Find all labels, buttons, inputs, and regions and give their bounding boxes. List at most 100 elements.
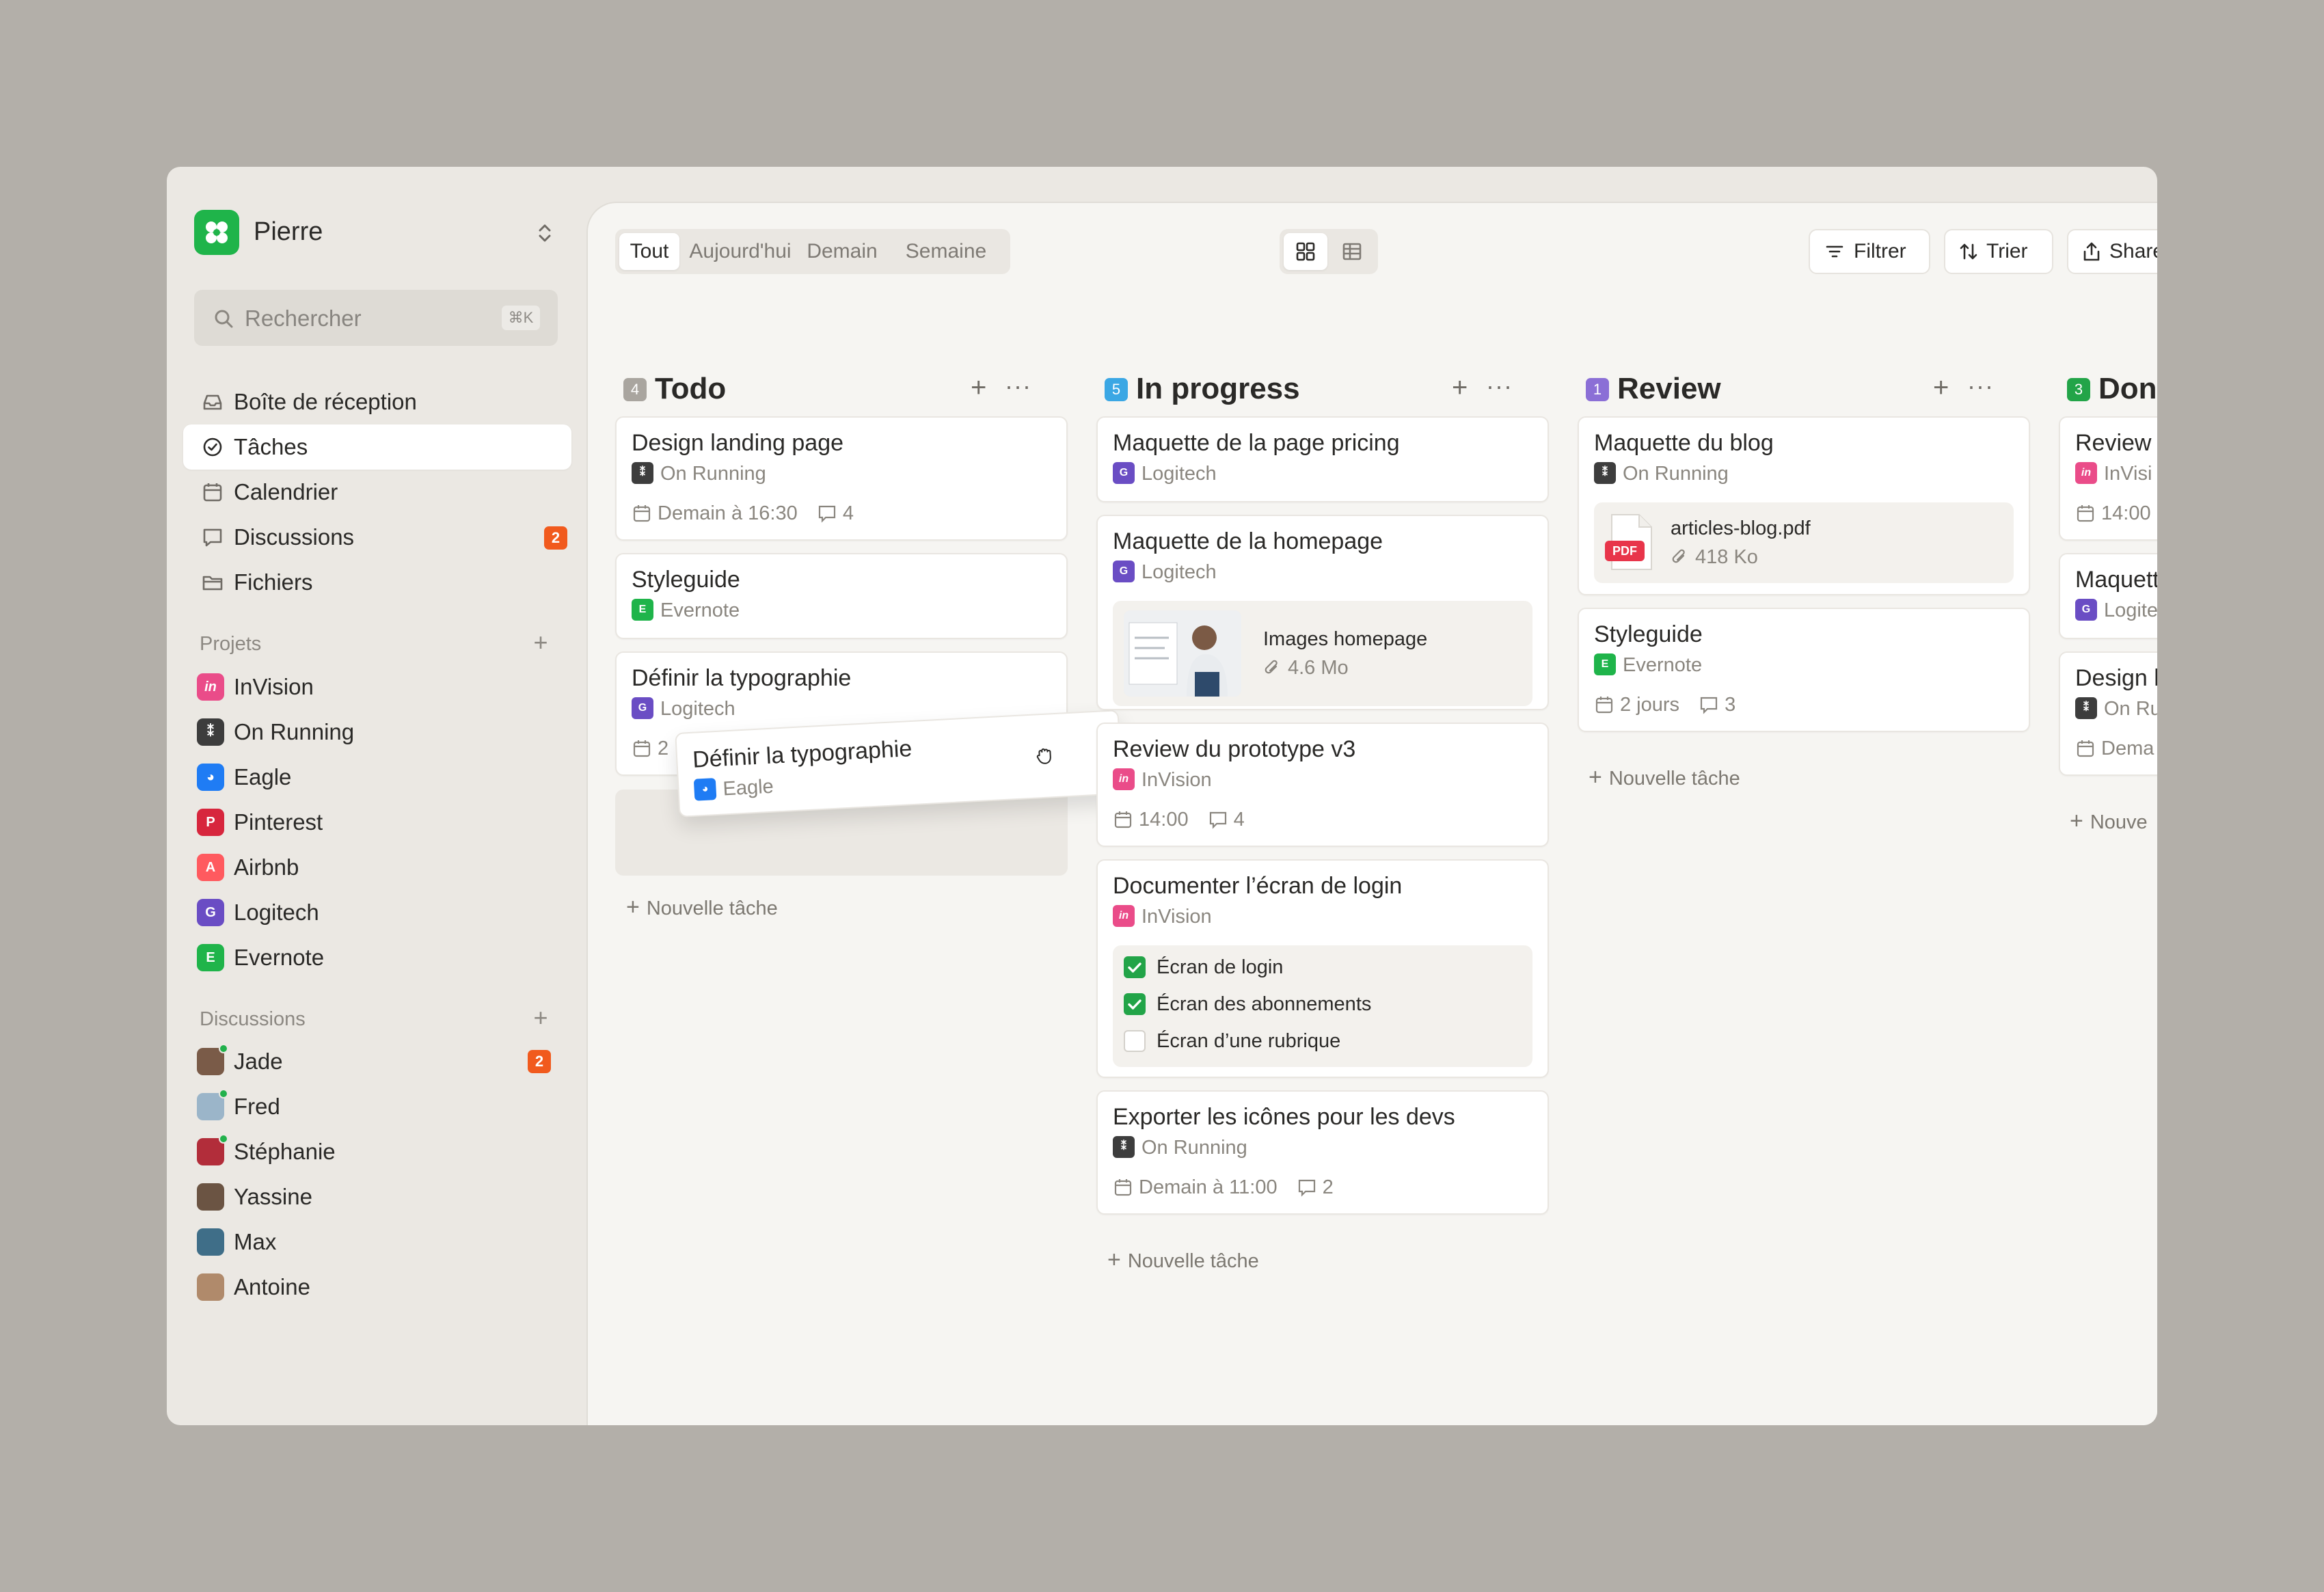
- tab-tomorrow[interactable]: Demain: [801, 233, 883, 270]
- project-item-airbnb[interactable]: Airbnb: [234, 854, 299, 881]
- checklist-item-label: Écran des abonnements: [1157, 993, 1372, 1015]
- task-project: in InVision: [1113, 904, 1212, 929]
- project-item-pinterest[interactable]: Pinterest: [234, 809, 323, 836]
- discussion-item-yassine[interactable]: Yassine: [234, 1183, 312, 1211]
- project-item-logitech[interactable]: Logitech: [234, 899, 319, 926]
- search-input[interactable]: Rechercher ⌘K: [194, 290, 558, 346]
- comment-icon: [1209, 811, 1226, 829]
- inbox-icon: [201, 390, 224, 414]
- table-view-button[interactable]: [1330, 233, 1374, 270]
- nav-item-inbox[interactable]: Boîte de réception: [183, 379, 571, 424]
- task-project: G Logite: [2075, 598, 2157, 623]
- workspace-switcher-icon[interactable]: [536, 221, 554, 245]
- tab-week[interactable]: Semaine: [887, 233, 1005, 270]
- evernote-icon: E: [1594, 653, 1616, 675]
- online-indicator: [219, 1044, 228, 1053]
- add-task-button[interactable]: +: [1452, 374, 1468, 401]
- nav-item-files[interactable]: Fichiers: [183, 560, 571, 605]
- new-task-button[interactable]: + Nouve: [2070, 809, 2148, 835]
- task-card[interactable]: Maquette du blog ⁑ On Running PDF article…: [1578, 416, 2030, 595]
- discussion-item-fred[interactable]: Fred: [234, 1093, 280, 1120]
- on-running-icon: ⁑: [1113, 1136, 1135, 1158]
- date-filter-tabs: Tout Aujourd'hui Demain Semaine: [615, 229, 1010, 274]
- board-view-button[interactable]: [1284, 233, 1327, 270]
- invision-icon: in: [197, 673, 224, 701]
- task-project: G Logitech: [1113, 461, 1217, 486]
- grab-cursor-icon: [1036, 748, 1051, 764]
- nav-item-tasks[interactable]: Tâches: [183, 424, 571, 470]
- task-title: Maquette de la homepage: [1113, 528, 1383, 554]
- share-button[interactable]: Share: [2067, 229, 2157, 274]
- discussion-item-stephanie[interactable]: Stéphanie: [234, 1138, 336, 1165]
- task-card[interactable]: Maquette de la page pricing G Logitech: [1096, 416, 1549, 502]
- project-item-invision[interactable]: InVision: [234, 673, 314, 701]
- task-card[interactable]: Review du prototype v3 in InVision 14:00 …: [1096, 723, 1549, 847]
- task-title: Maquett: [2075, 567, 2157, 593]
- comment-count: 2: [1322, 1176, 1334, 1198]
- tab-all[interactable]: Tout: [619, 233, 679, 270]
- checkbox-unchecked[interactable]: [1124, 1030, 1146, 1052]
- add-task-button[interactable]: +: [1933, 374, 1949, 401]
- nav-item-discussions[interactable]: Discussions 2: [183, 515, 571, 560]
- comment-count: 4: [842, 502, 854, 524]
- sort-button[interactable]: Trier: [1944, 229, 2053, 274]
- task-card[interactable]: Review in InVisi 14:00: [2059, 416, 2157, 541]
- attachment[interactable]: PDF articles-blog.pdf 418 Ko: [1594, 502, 2014, 583]
- task-card[interactable]: Design landing page ⁑ On Running Demain à…: [615, 416, 1068, 541]
- task-card[interactable]: Exporter les icônes pour les devs ⁑ On Ru…: [1096, 1090, 1549, 1215]
- attachment-name: articles-blog.pdf: [1671, 517, 1811, 539]
- discussion-item-max[interactable]: Max: [234, 1228, 276, 1256]
- workspace-logo[interactable]: [194, 210, 239, 255]
- add-task-button[interactable]: +: [971, 374, 986, 401]
- filter-button[interactable]: Filtrer: [1809, 229, 1930, 274]
- search-shortcut: ⌘K: [502, 306, 540, 330]
- invision-icon: in: [1113, 905, 1135, 927]
- task-title: Review: [2075, 430, 2152, 456]
- discussion-item-antoine[interactable]: Antoine: [234, 1273, 310, 1301]
- task-card[interactable]: Styleguide E Evernote: [615, 553, 1068, 639]
- workspace-name[interactable]: Pierre: [254, 215, 323, 249]
- project-item-evernote[interactable]: Evernote: [234, 944, 324, 971]
- nav-item-calendar[interactable]: Calendrier: [183, 470, 571, 515]
- task-card[interactable]: Maquett G Logite: [2059, 553, 2157, 639]
- calendar-icon: [201, 481, 224, 504]
- tab-today[interactable]: Aujourd'hui: [684, 233, 797, 270]
- logitech-icon: G: [632, 697, 653, 719]
- task-project: in InVisi: [2075, 461, 2152, 486]
- new-task-button[interactable]: + Nouvelle tâche: [626, 895, 778, 921]
- add-discussion-button[interactable]: +: [529, 1006, 552, 1030]
- new-task-button[interactable]: + Nouvelle tâche: [1589, 765, 1740, 791]
- task-title: Maquette de la page pricing: [1113, 430, 1400, 456]
- task-card[interactable]: Design l ⁑ On Ru Dema: [2059, 651, 2157, 776]
- more-icon[interactable]: ···: [1005, 373, 1031, 400]
- task-card[interactable]: Styleguide E Evernote 2 jours 3: [1578, 608, 2030, 732]
- project-item-on-running[interactable]: On Running: [234, 718, 354, 746]
- checkbox-checked[interactable]: [1124, 993, 1146, 1015]
- task-card[interactable]: Documenter l’écran de login in InVision É…: [1096, 859, 1549, 1078]
- calendar-icon: [1595, 697, 1613, 714]
- task-title: Review du prototype v3: [1113, 736, 1356, 762]
- task-project: ⁑ On Ru: [2075, 697, 2157, 721]
- done-column-title: Don: [2098, 372, 2157, 405]
- checkbox-checked[interactable]: [1124, 956, 1146, 978]
- task-project: E Evernote: [632, 598, 740, 623]
- on-running-icon: ⁑: [1594, 462, 1616, 484]
- image-thumbnail: [1124, 610, 1241, 697]
- logitech-icon: G: [1113, 462, 1135, 484]
- new-task-button[interactable]: + Nouvelle tâche: [1107, 1247, 1259, 1273]
- project-item-eagle[interactable]: Eagle: [234, 764, 291, 791]
- more-icon[interactable]: ···: [1486, 373, 1513, 400]
- more-icon[interactable]: ···: [1967, 373, 1994, 400]
- calendar-icon: [633, 505, 651, 522]
- task-due: 14:00: [1139, 809, 1189, 831]
- discussion-item-jade[interactable]: Jade: [234, 1048, 283, 1075]
- task-card[interactable]: Maquette de la homepage G Logitech Images…: [1096, 515, 1549, 710]
- task-meta: 2 jours 3: [1594, 692, 1735, 717]
- share-icon: [2083, 242, 2100, 261]
- add-project-button[interactable]: +: [529, 630, 552, 655]
- unread-badge: 2: [544, 526, 567, 550]
- nav-label: Discussions: [234, 524, 355, 550]
- calendar-icon: [1114, 1179, 1132, 1196]
- attachment[interactable]: Images homepage 4.6 Mo: [1113, 601, 1532, 706]
- invision-icon: in: [1113, 768, 1135, 790]
